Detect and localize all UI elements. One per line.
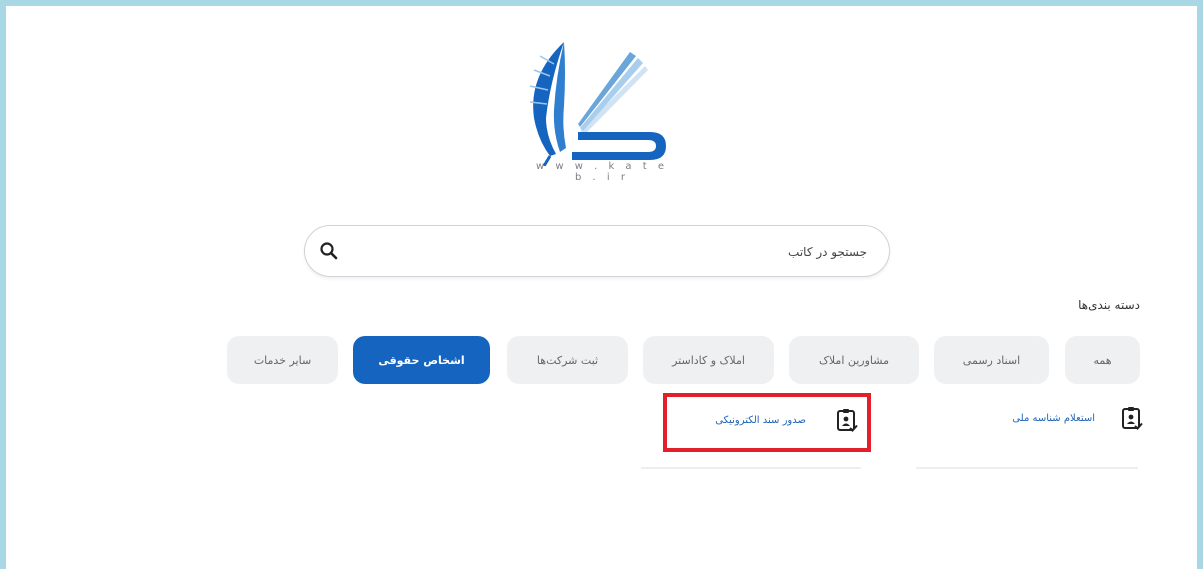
divider: [916, 467, 1138, 469]
category-chip-official-documents[interactable]: اسناد رسمی: [934, 336, 1049, 384]
divider: [641, 467, 861, 469]
feather-book-icon: [529, 42, 666, 166]
category-chip-property-cadastre[interactable]: املاک و کاداستر: [643, 336, 774, 384]
category-chip-real-estate-consultants[interactable]: مشاورین املاک: [789, 336, 919, 384]
categories-title: دسته بندی‌ها: [1078, 298, 1140, 312]
service-label: استعلام شناسه ملی: [1012, 412, 1095, 424]
document-check-icon: [1122, 407, 1143, 430]
search-input[interactable]: [365, 238, 869, 266]
search-icon[interactable]: [319, 241, 339, 261]
category-chip-company-registration[interactable]: ثبت شرکت‌ها: [507, 336, 628, 384]
search-bar[interactable]: [304, 225, 890, 277]
category-chip-other-services[interactable]: سایر خدمات: [227, 336, 338, 384]
highlight-box: [663, 393, 871, 452]
service-national-id-inquiry[interactable]: استعلام شناسه ملی: [985, 406, 1143, 430]
category-chip-all[interactable]: همه: [1065, 336, 1140, 384]
site-url[interactable]: w w w . k a t e b . i r: [528, 161, 676, 183]
category-chip-legal-entities[interactable]: اشخاص حقوقی: [353, 336, 490, 384]
